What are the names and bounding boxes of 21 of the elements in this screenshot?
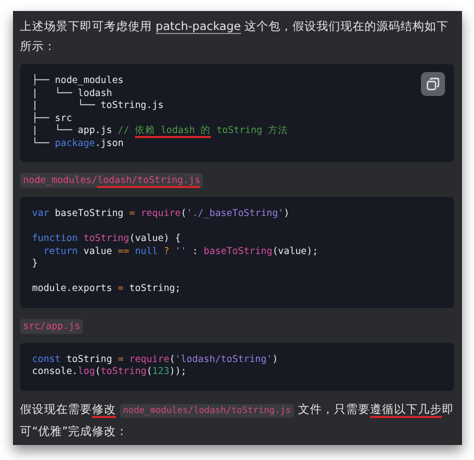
copy-button[interactable] bbox=[421, 72, 445, 96]
code-line: | └── toString.js bbox=[32, 100, 164, 112]
code-line: return value == null ? '' : baseToString(value); bbox=[42, 246, 318, 258]
inline-code: node_modules/lodash/toString.js bbox=[120, 404, 294, 418]
code-line: | └── app.js // 依赖 lodash 的 toString 方法 bbox=[32, 125, 288, 138]
code-line: console.log(toString(123)); bbox=[32, 366, 187, 378]
code-line: | └── lodash bbox=[32, 88, 112, 99]
code-line: └── package.json bbox=[32, 138, 124, 150]
link[interactable]: patch-package bbox=[156, 19, 241, 34]
paragraph: 假设现在需要修改 node_modules/lodash/toString.js 文件，只需要遵循以下几步即可“优雅”完成修改： bbox=[20, 400, 454, 440]
code-line: ├── node_modules bbox=[32, 75, 124, 87]
code-line: module.exports = toString; bbox=[32, 283, 181, 296]
code-line: function toString(value) { bbox=[32, 233, 181, 246]
code-line: ├── src bbox=[32, 112, 72, 124]
paragraph: 上述场景下即可考虑使用 patch-package 这个包，假设我们现在的源码结构如下所示： bbox=[20, 18, 450, 55]
file-path-label: src/app.js bbox=[20, 318, 84, 334]
code-line: const toString = require('lodash/toString') bbox=[32, 354, 278, 366]
copy-icon bbox=[426, 77, 440, 91]
file-path-label: node_modules/lodash/toString.js bbox=[20, 173, 204, 188]
code-line: var baseToString = require('./_baseToString') bbox=[32, 208, 290, 220]
code-line: } bbox=[32, 258, 38, 270]
